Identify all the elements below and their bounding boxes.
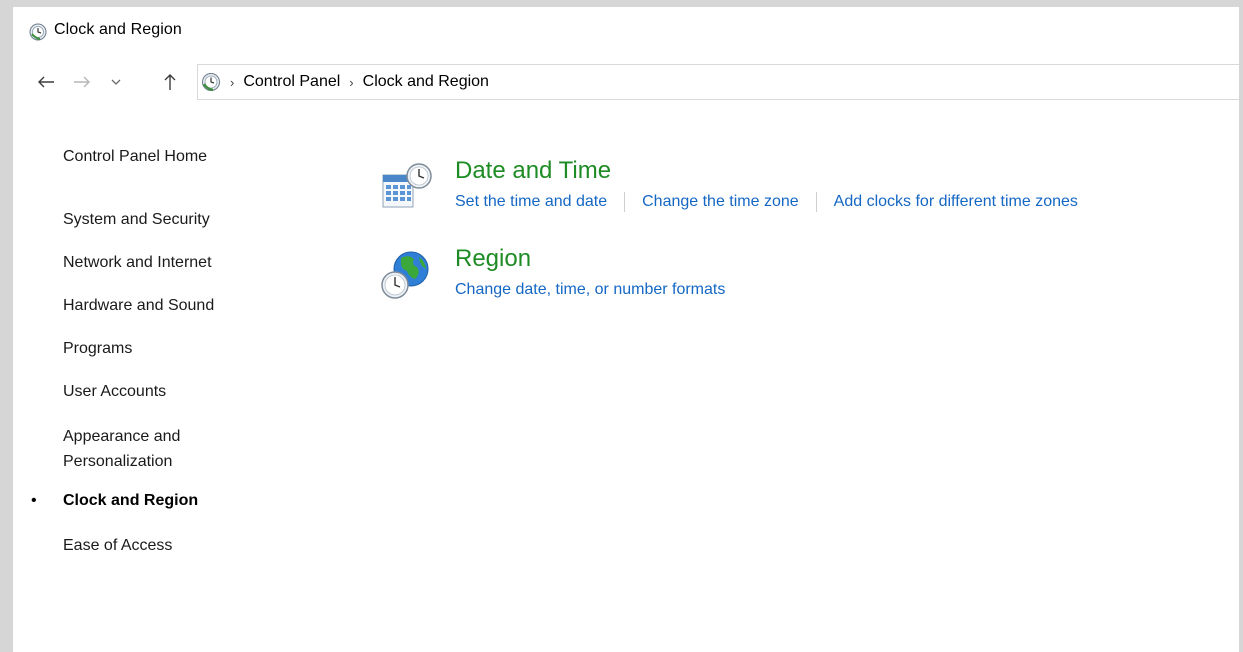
- link-divider: [815, 192, 817, 212]
- date-and-time-links: Set the time and date Change the time zo…: [455, 191, 1078, 213]
- change-time-zone-link[interactable]: Change the time zone: [642, 191, 799, 213]
- back-arrow-icon: [38, 76, 54, 88]
- sidebar-item-user-accounts[interactable]: User Accounts: [63, 380, 166, 404]
- sidebar-item-label-line-2: Personalization: [63, 453, 173, 470]
- add-clocks-link[interactable]: Add clocks for different time zones: [834, 191, 1078, 213]
- sidebar-item-network-and-internet[interactable]: Network and Internet: [63, 251, 212, 275]
- breadcrumb-separator[interactable]: ›: [349, 75, 353, 90]
- region-globe-icon: [381, 251, 429, 299]
- chevron-down-icon: [111, 79, 121, 85]
- up-arrow-icon: [164, 74, 176, 90]
- recent-locations-button[interactable]: [108, 71, 124, 93]
- sidebar-item-control-panel-home[interactable]: Control Panel Home: [63, 145, 207, 169]
- sidebar-item-clock-and-region: Clock and Region: [63, 492, 199, 509]
- sidebar-item-system-and-security[interactable]: System and Security: [63, 208, 210, 232]
- clock-region-app-icon: [29, 23, 47, 41]
- breadcrumb-clock-and-region[interactable]: Clock and Region: [363, 73, 489, 91]
- date-time-icon: [382, 163, 432, 208]
- breadcrumb-separator[interactable]: ›: [230, 75, 234, 90]
- date-and-time-title-link[interactable]: Date and Time: [455, 156, 611, 186]
- forward-arrow-icon: [74, 76, 90, 88]
- up-button[interactable]: [159, 71, 181, 93]
- title-bar: Clock and Region: [13, 7, 1239, 57]
- back-button[interactable]: [35, 71, 57, 93]
- window-title: Clock and Region: [54, 21, 182, 38]
- sidebar-item-appearance-and-personalization[interactable]: Appearance and Personalization: [63, 424, 180, 474]
- sidebar-item-ease-of-access[interactable]: Ease of Access: [63, 534, 172, 558]
- set-time-and-date-link[interactable]: Set the time and date: [455, 191, 607, 213]
- region-links: Change date, time, or number formats: [455, 279, 725, 301]
- clock-region-location-icon: [202, 73, 220, 92]
- breadcrumb-control-panel[interactable]: Control Panel: [243, 73, 340, 91]
- forward-button[interactable]: [71, 71, 93, 93]
- link-divider: [624, 192, 626, 212]
- change-formats-link[interactable]: Change date, time, or number formats: [455, 279, 725, 301]
- address-bar[interactable]: › Control Panel › Clock and Region: [197, 64, 1239, 100]
- current-item-bullet: •: [31, 492, 37, 509]
- sidebar-item-programs[interactable]: Programs: [63, 337, 132, 361]
- sidebar-item-hardware-and-sound[interactable]: Hardware and Sound: [63, 294, 214, 318]
- control-panel-window: Clock and Region › Control Panel › Clock…: [13, 7, 1239, 652]
- navigation-bar: › Control Panel › Clock and Region: [13, 63, 1239, 103]
- sidebar-item-label-line-1: Appearance and: [63, 428, 181, 445]
- region-title-link[interactable]: Region: [455, 244, 531, 274]
